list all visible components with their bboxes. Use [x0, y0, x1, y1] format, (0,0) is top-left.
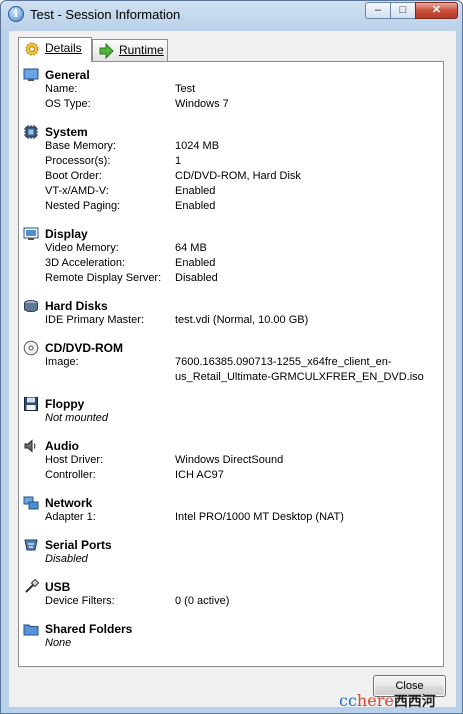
row-value: Windows DirectSound [175, 454, 284, 466]
usb-icon [23, 578, 40, 595]
section-title: Shared Folders [45, 622, 133, 636]
hard-disk-icon [23, 298, 39, 314]
row-key: VT-x/AMD-V: [45, 185, 109, 197]
row-key: Base Memory: [45, 140, 116, 152]
monitor-icon [23, 67, 39, 83]
chip-icon [23, 124, 39, 140]
close-window-button[interactable]: ✕ [415, 2, 458, 19]
tab-runtime-label: Runtime [119, 43, 164, 57]
details-panel: General Name: Test OS Type: Windows 7 Syst… [18, 61, 444, 667]
row-value: 0 (0 active) [175, 595, 230, 607]
row-value: 1024 MB [175, 140, 220, 152]
row-key: Nested Paging: [45, 200, 121, 212]
row-value: Enabled [175, 257, 216, 269]
info-icon: i [8, 6, 24, 22]
section-title: Network [45, 496, 93, 510]
status-text: Not mounted [45, 412, 108, 424]
status-text: Disabled [45, 553, 88, 565]
watermark-text: here [356, 691, 394, 710]
floppy-icon [23, 396, 39, 412]
row-key: IDE Primary Master: [45, 314, 145, 326]
row-value: Test [175, 83, 196, 95]
status-text: None [45, 637, 72, 649]
row-value: Enabled [175, 185, 216, 197]
section-title: Serial Ports [45, 538, 112, 552]
row-value: 64 MB [175, 242, 207, 254]
watermark: cchere西西河 [339, 691, 436, 711]
arrow-right-icon [98, 42, 114, 60]
row-value: Disabled [175, 272, 218, 284]
row-value: Enabled [175, 200, 216, 212]
watermark-text: 西西河 [393, 694, 436, 710]
speaker-icon [23, 438, 39, 454]
section-title: Floppy [45, 397, 85, 411]
maximize-button[interactable]: □ [390, 2, 416, 19]
row-key: Processor(s): [45, 155, 111, 167]
disc-icon [23, 340, 39, 356]
row-value: CD/DVD-ROM, Hard Disk [175, 170, 301, 182]
row-key: Controller: [45, 469, 96, 481]
row-value: 7600.16385.090713-1255_x64fre_client_en- [175, 356, 392, 368]
row-key: OS Type: [45, 98, 91, 110]
row-value: test.vdi (Normal, 10.00 GB) [175, 314, 309, 326]
row-key: Image: [45, 356, 79, 368]
display-icon [23, 226, 39, 242]
network-icon [23, 495, 39, 511]
section-title: Display [45, 227, 88, 241]
tab-details[interactable]: Details [18, 37, 92, 62]
tab-details-label: Details [45, 41, 82, 55]
row-value: ICH AC97 [175, 469, 224, 481]
section-title: General [45, 68, 90, 82]
row-key: Host Driver: [45, 454, 104, 466]
title-bar[interactable]: i Test - Session Information – □ ✕ [1, 1, 462, 29]
row-key: Video Memory: [45, 242, 119, 254]
row-key: 3D Acceleration: [45, 257, 126, 269]
row-key: Remote Display Server: [45, 272, 162, 284]
serial-port-icon [23, 537, 39, 553]
session-info-window: i Test - Session Information – □ ✕ Detai… [0, 0, 463, 714]
client-area: Details Runtime General Name: Test OS Typ… [9, 31, 456, 707]
row-value: us_Retail_Ultimate-GRMCULXFRER_EN_DVD.is… [175, 371, 424, 383]
section-title: System [45, 125, 88, 139]
watermark-text: cc [339, 691, 357, 710]
minimize-button[interactable]: – [365, 2, 391, 19]
window-title: Test - Session Information [30, 7, 181, 22]
folder-icon [23, 621, 39, 637]
gear-icon [24, 41, 40, 57]
row-key: Adapter 1: [45, 511, 96, 523]
row-value: Windows 7 [175, 98, 229, 110]
row-value: 1 [175, 155, 182, 167]
row-value: Intel PRO/1000 MT Desktop (NAT) [175, 511, 344, 523]
section-title: Audio [45, 439, 79, 453]
row-key: Name: [45, 83, 78, 95]
row-key: Boot Order: [45, 170, 102, 182]
row-key: Device Filters: [45, 595, 115, 607]
section-title: USB [45, 580, 71, 594]
tab-runtime[interactable]: Runtime [92, 39, 168, 61]
section-title: CD/DVD-ROM [45, 341, 123, 355]
section-title: Hard Disks [45, 299, 108, 313]
